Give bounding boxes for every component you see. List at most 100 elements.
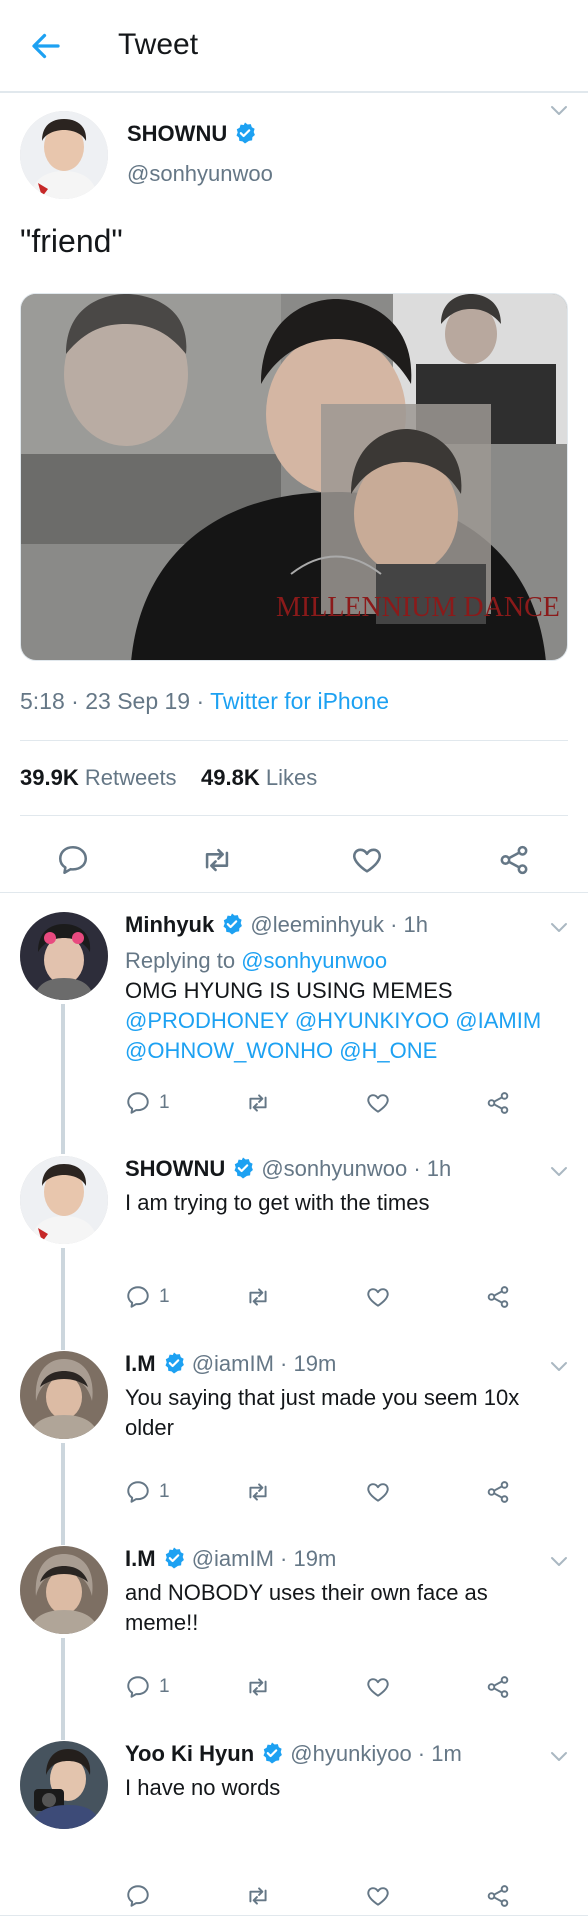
thread-line	[61, 1443, 65, 1545]
reply-author[interactable]: I.M @iamIM · 19m	[125, 1351, 336, 1377]
chevron-down-icon[interactable]	[550, 1556, 568, 1568]
retweets-stat[interactable]: 39.9K Retweets	[20, 765, 177, 790]
retweet-button[interactable]	[245, 1088, 271, 1118]
retweet-button[interactable]	[245, 1881, 271, 1911]
mention-link[interactable]: @OHNOW_WONHO @H_ONE	[125, 1036, 565, 1066]
reply-button[interactable]: 1	[125, 1282, 170, 1312]
reply-button[interactable]: 1	[125, 1477, 170, 1507]
top-bar: Tweet	[0, 0, 588, 93]
author-handle[interactable]: @sonhyunwoo	[127, 161, 273, 187]
reply-actions: 1	[125, 1477, 565, 1507]
reply-actions: 1	[125, 1672, 565, 1702]
share-icon	[485, 1479, 511, 1505]
speech-bubble-icon	[125, 1674, 151, 1700]
tweet-source-link[interactable]: Twitter for iPhone	[210, 688, 389, 714]
share-icon	[485, 1883, 511, 1909]
like-button[interactable]	[365, 1088, 391, 1118]
chevron-down-icon[interactable]	[550, 1361, 568, 1373]
mention-link[interactable]: @PRODHONEY @HYUNKIYOO @IAMIM	[125, 1006, 565, 1036]
avatar[interactable]	[20, 1546, 108, 1634]
retweet-button[interactable]	[245, 1477, 271, 1507]
divider	[20, 740, 568, 741]
like-button[interactable]	[365, 1672, 391, 1702]
heart-icon	[365, 1479, 391, 1505]
tweet-media[interactable]: MILLENNIUM DANCE COMPLEX	[20, 293, 568, 661]
reply-text: I have no words	[125, 1775, 281, 1800]
author-name[interactable]: SHOWNU	[127, 121, 257, 147]
divider	[0, 1915, 588, 1916]
tweet-timestamp: 5:18 · 23 Sep 19 · Twitter for iPhone	[20, 688, 390, 714]
thread-line	[61, 1004, 65, 1154]
verified-badge-icon	[231, 1156, 255, 1180]
verified-badge-icon	[162, 1351, 186, 1375]
avatar[interactable]	[20, 111, 108, 199]
media-watermark-text: MILLENNIUM DANCE COMPLEX	[276, 592, 568, 623]
avatar[interactable]	[20, 912, 108, 1000]
page-title: Tweet	[118, 28, 199, 61]
heart-icon	[365, 1284, 391, 1310]
heart-icon	[365, 1674, 391, 1700]
heart-icon	[365, 1883, 391, 1909]
avatar[interactable]	[20, 1741, 108, 1829]
retweet-icon[interactable]	[200, 843, 234, 877]
retweet-icon	[245, 1674, 271, 1700]
speech-bubble-icon	[125, 1479, 151, 1505]
reply-actions	[125, 1881, 565, 1911]
thread-line	[61, 1638, 65, 1740]
divider	[20, 815, 568, 816]
reply-text: and NOBODY uses their own face as meme!!	[125, 1580, 488, 1635]
chevron-down-icon[interactable]	[550, 922, 568, 934]
share-icon	[485, 1284, 511, 1310]
retweet-icon	[245, 1479, 271, 1505]
reply-actions: 1	[125, 1088, 565, 1118]
speech-bubble-icon[interactable]	[56, 843, 90, 877]
retweet-icon	[245, 1883, 271, 1909]
share-button[interactable]	[485, 1881, 511, 1911]
speech-bubble-icon	[125, 1883, 151, 1909]
like-button[interactable]	[365, 1282, 391, 1312]
tweet-stats: 39.9K Retweets 49.8K Likes	[20, 765, 317, 791]
chevron-down-icon[interactable]	[550, 105, 568, 117]
like-button[interactable]	[365, 1477, 391, 1507]
likes-stat[interactable]: 49.8K Likes	[201, 765, 317, 790]
chevron-down-icon[interactable]	[550, 1751, 568, 1763]
thread-line	[61, 1248, 65, 1350]
share-button[interactable]	[485, 1672, 511, 1702]
retweet-icon	[245, 1284, 271, 1310]
chevron-down-icon[interactable]	[550, 1166, 568, 1178]
reply-text: I am trying to get with the times	[125, 1190, 430, 1215]
divider	[0, 892, 588, 893]
reply-actions: 1	[125, 1282, 565, 1312]
share-icon	[485, 1090, 511, 1116]
share-icon	[485, 1674, 511, 1700]
verified-badge-icon	[162, 1546, 186, 1570]
tweet-text: "friend"	[20, 223, 123, 259]
reply-button[interactable]	[125, 1881, 159, 1911]
like-button[interactable]	[365, 1881, 391, 1911]
share-button[interactable]	[485, 1477, 511, 1507]
heart-icon	[365, 1090, 391, 1116]
share-button[interactable]	[485, 1282, 511, 1312]
avatar[interactable]	[20, 1351, 108, 1439]
retweet-button[interactable]	[245, 1282, 271, 1312]
verified-badge-icon	[260, 1741, 284, 1765]
verified-badge-icon	[233, 121, 257, 145]
heart-icon[interactable]	[350, 843, 384, 877]
reply-author[interactable]: Yoo Ki Hyun @hyunkiyoo · 1m	[125, 1741, 462, 1767]
reply-author[interactable]: I.M @iamIM · 19m	[125, 1546, 336, 1572]
share-icon[interactable]	[497, 843, 531, 877]
verified-badge-icon	[220, 912, 244, 936]
speech-bubble-icon	[125, 1284, 151, 1310]
speech-bubble-icon	[125, 1090, 151, 1116]
reply-button[interactable]: 1	[125, 1088, 170, 1118]
mention-link[interactable]: @sonhyunwoo	[241, 948, 387, 973]
arrow-left-icon[interactable]	[28, 28, 64, 64]
share-button[interactable]	[485, 1088, 511, 1118]
reply-text: You saying that just made you seem 10x o…	[125, 1385, 520, 1440]
avatar[interactable]	[20, 1156, 108, 1244]
reply-author[interactable]: SHOWNU @sonhyunwoo · 1h	[125, 1156, 451, 1182]
reply-author[interactable]: Minhyuk @leeminhyuk · 1h	[125, 912, 428, 938]
retweet-button[interactable]	[245, 1672, 271, 1702]
reply-text: Replying to @sonhyunwoo OMG HYUNG IS USI…	[125, 946, 565, 1066]
reply-button[interactable]: 1	[125, 1672, 170, 1702]
